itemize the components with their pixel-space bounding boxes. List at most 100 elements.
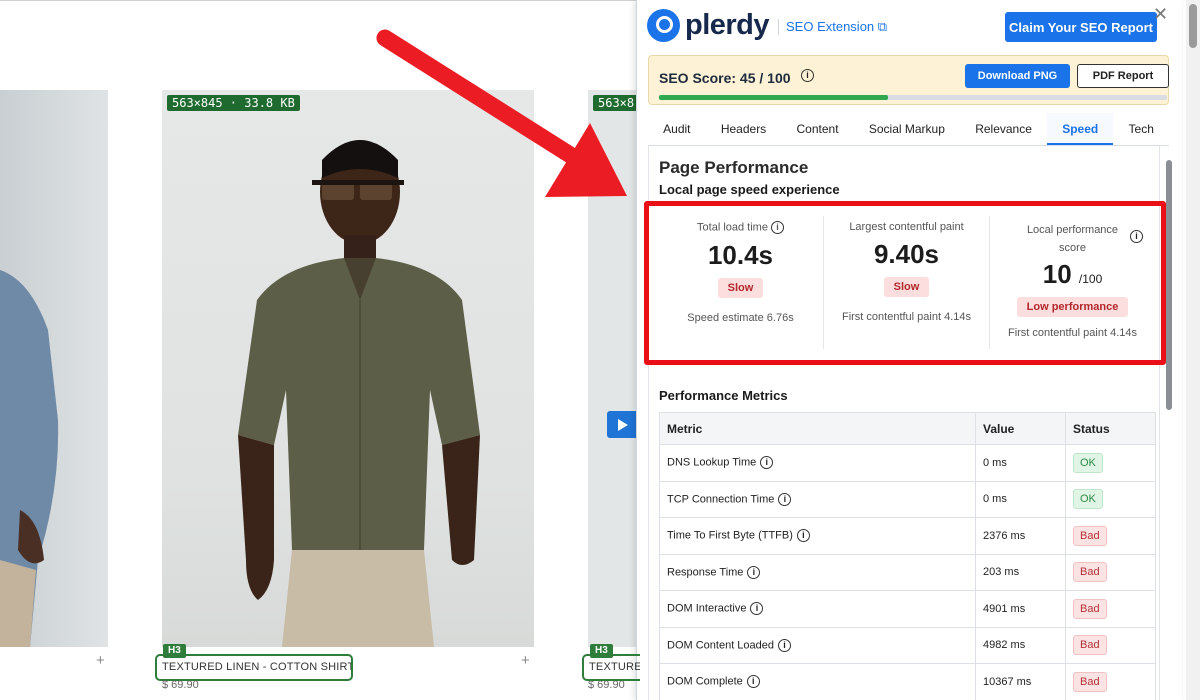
metric-cell: TCP Connection Time i bbox=[659, 480, 976, 518]
info-icon[interactable]: i bbox=[770, 221, 784, 234]
red-highlight-frame: Total load time i 10.4s Slow Speed estima… bbox=[644, 201, 1166, 365]
panel-scrollbar-thumb[interactable] bbox=[1166, 160, 1172, 410]
info-icon[interactable]: i bbox=[760, 456, 774, 470]
metric-name: Time To First Byte (TTFB) bbox=[667, 529, 793, 542]
tab-content[interactable]: Content bbox=[781, 113, 853, 145]
status-badge: Bad bbox=[1073, 525, 1107, 546]
table-row: TCP Connection Time i 0 ms OK bbox=[659, 480, 1156, 518]
seo-extension-label: SEO Extension bbox=[786, 19, 875, 34]
page-performance-subtitle: Local page speed experience bbox=[659, 182, 840, 197]
status-cell: Bad bbox=[1065, 590, 1156, 628]
add-to-cart-icon[interactable]: + bbox=[96, 652, 105, 669]
brand: plerdy bbox=[647, 9, 770, 42]
table-row: DOM Interactive i 4901 ms Bad bbox=[659, 590, 1156, 628]
status-badge: Bad bbox=[1073, 598, 1107, 619]
brand-name: plerdy bbox=[685, 9, 770, 41]
metric-name: DNS Lookup Time bbox=[667, 456, 757, 469]
page-performance-title: Page Performance bbox=[659, 158, 809, 177]
metric-name: Response Time bbox=[667, 566, 744, 579]
card-footer: First contentful paint 4.14s bbox=[1007, 327, 1137, 339]
image-size-badge: 563×845 · 33.8 KB bbox=[167, 95, 300, 111]
page-scrollbar[interactable] bbox=[1186, 0, 1200, 700]
performance-metrics-table: Metric Value Status DNS Lookup Time i 0 m… bbox=[659, 412, 1156, 700]
metric-name: TCP Connection Time bbox=[667, 493, 775, 506]
metric-value: 10367 ms bbox=[975, 663, 1066, 700]
card-value-wrap: 10 /100 bbox=[990, 259, 1155, 290]
tab-bar: Audit Headers Content Social Markup Rele… bbox=[648, 113, 1169, 146]
tab-social-markup[interactable]: Social Markup bbox=[854, 113, 960, 145]
status-badge: Slow bbox=[717, 278, 764, 298]
lcp-card: Largest contentful paint 9.40s Slow Firs… bbox=[823, 216, 989, 349]
tab-speed[interactable]: Speed bbox=[1047, 113, 1114, 145]
image-size-badge: 563×8 bbox=[593, 95, 640, 111]
metric-value: 2376 ms bbox=[975, 517, 1066, 555]
pdf-report-button[interactable]: PDF Report bbox=[1077, 64, 1169, 88]
metric-cell: DOM Content Loaded i bbox=[659, 626, 976, 664]
card-value: 10.4s bbox=[707, 240, 774, 270]
download-png-button[interactable]: Download PNG bbox=[965, 64, 1070, 88]
performance-metrics-title: Performance Metrics bbox=[659, 388, 788, 403]
metric-cell: Time To First Byte (TTFB) i bbox=[659, 517, 976, 555]
column-header-metric: Metric bbox=[659, 412, 976, 445]
info-icon[interactable]: i bbox=[747, 565, 761, 579]
seo-extension-link[interactable]: SEO Extension ⧉ bbox=[778, 19, 887, 35]
play-icon[interactable] bbox=[607, 411, 637, 438]
status-badge: OK bbox=[1073, 452, 1103, 473]
claim-seo-report-button[interactable]: Claim Your SEO Report bbox=[1005, 12, 1157, 42]
table-row: DOM Complete i 10367 ms Bad bbox=[659, 663, 1156, 700]
info-icon[interactable]: i bbox=[778, 638, 792, 652]
info-icon[interactable]: i bbox=[796, 529, 810, 543]
panel-scrollbar[interactable] bbox=[1164, 150, 1173, 700]
close-icon[interactable]: ✕ bbox=[1153, 4, 1168, 25]
product-image-3[interactable] bbox=[588, 90, 640, 647]
seo-extension-panel: plerdy SEO Extension ⧉ Claim Your SEO Re… bbox=[636, 0, 1182, 700]
card-value-unit: /100 bbox=[1078, 272, 1103, 286]
status-badge: Bad bbox=[1073, 671, 1107, 692]
product-image-1[interactable] bbox=[0, 90, 108, 647]
seo-score-label: SEO Score: 45 / 100 bbox=[659, 70, 791, 86]
card-label: Largest contentful paint bbox=[849, 221, 964, 233]
status-cell: Bad bbox=[1065, 517, 1156, 555]
status-badge: Low performance bbox=[1016, 297, 1129, 317]
metric-cell: Response Time i bbox=[659, 553, 976, 591]
status-badge: Bad bbox=[1073, 635, 1107, 656]
total-load-time-card: Total load time i 10.4s Slow Speed estima… bbox=[658, 216, 823, 349]
status-badge: Slow bbox=[883, 277, 930, 297]
add-to-cart-icon[interactable]: + bbox=[521, 652, 530, 669]
status-cell: Bad bbox=[1065, 553, 1156, 591]
tab-headers[interactable]: Headers bbox=[706, 113, 782, 145]
metric-value: 4982 ms bbox=[975, 626, 1066, 664]
card-label: Total load time bbox=[697, 221, 768, 234]
metric-value: 4901 ms bbox=[975, 590, 1066, 628]
performance-score-card: Local performance score i 10 /100 Low pe… bbox=[989, 216, 1155, 349]
metric-value: 203 ms bbox=[975, 553, 1066, 591]
metric-value: 0 ms bbox=[975, 480, 1066, 518]
column-header-value: Value bbox=[975, 412, 1066, 445]
table-row: Time To First Byte (TTFB) i 2376 ms Bad bbox=[659, 517, 1156, 555]
info-icon[interactable]: i bbox=[1130, 230, 1143, 243]
performance-cards: Total load time i 10.4s Slow Speed estima… bbox=[658, 216, 1155, 349]
tab-relevance[interactable]: Relevance bbox=[960, 113, 1047, 145]
tab-tech[interactable]: Tech bbox=[1113, 113, 1169, 145]
info-icon[interactable]: i bbox=[746, 675, 760, 689]
status-cell: Bad bbox=[1065, 663, 1156, 700]
status-cell: Bad bbox=[1065, 626, 1156, 664]
tab-audit[interactable]: Audit bbox=[648, 113, 706, 145]
status-cell: OK bbox=[1065, 444, 1156, 482]
top-divider bbox=[0, 0, 640, 1]
info-icon[interactable]: i bbox=[778, 492, 792, 506]
info-icon[interactable]: i bbox=[750, 602, 764, 616]
speed-tab-content: Page Performance Local page speed experi… bbox=[644, 146, 1166, 700]
external-link-icon: ⧉ bbox=[877, 19, 888, 34]
seo-score-progress-fill bbox=[659, 95, 888, 100]
product-image-2[interactable] bbox=[162, 90, 534, 647]
table-row: Response Time i 203 ms Bad bbox=[659, 553, 1156, 591]
plerdy-logo-icon bbox=[647, 9, 680, 42]
product-title[interactable]: TEXTURED LINEN - COTTON SHIRT bbox=[155, 654, 353, 681]
info-icon[interactable]: i bbox=[801, 69, 814, 82]
model-photo-2 bbox=[238, 140, 480, 647]
table-row: DOM Content Loaded i 4982 ms Bad bbox=[659, 626, 1156, 664]
product-title[interactable]: TEXTURE bbox=[582, 654, 640, 681]
card-footer: First contentful paint 4.14s bbox=[841, 311, 971, 323]
page-scrollbar-thumb[interactable] bbox=[1189, 4, 1197, 48]
